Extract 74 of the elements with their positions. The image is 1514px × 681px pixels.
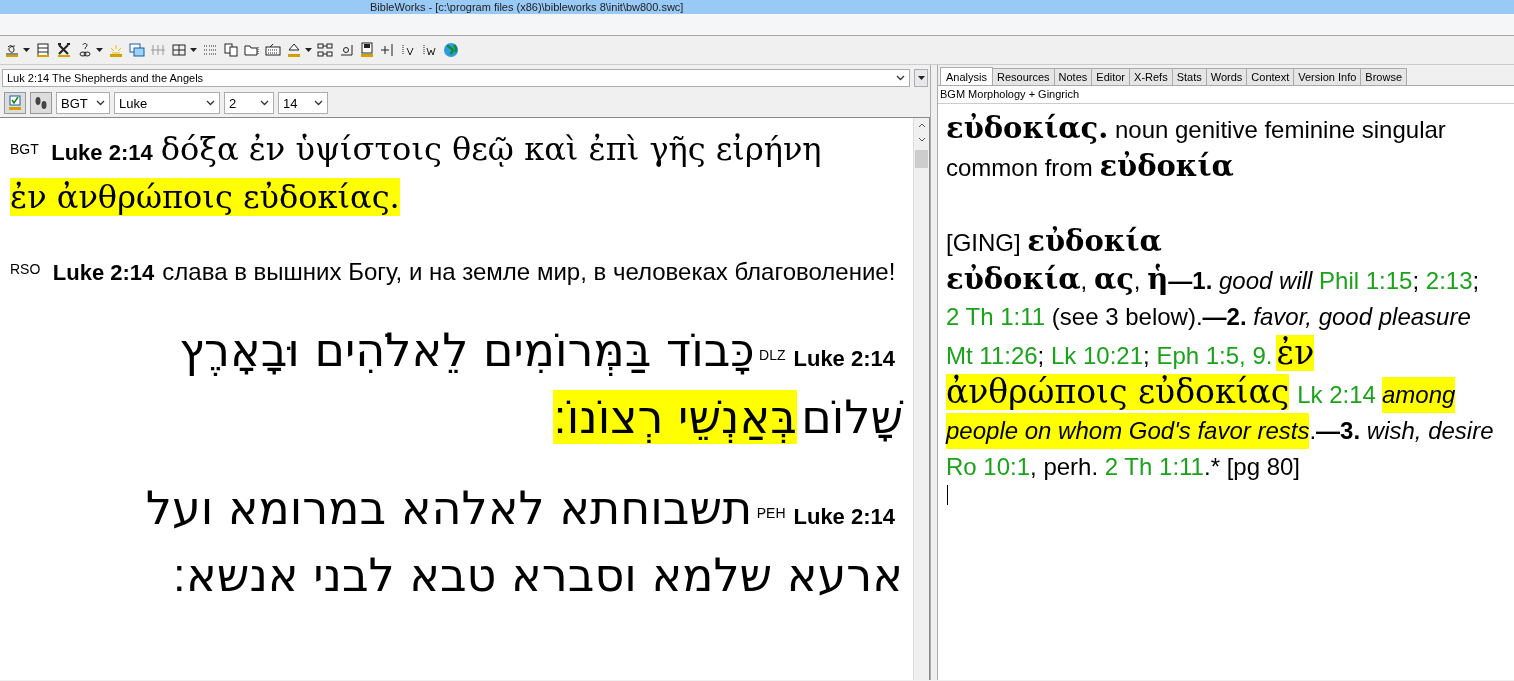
tab[interactable]: X-Refs	[1129, 68, 1173, 85]
highlighted-verse-text: ἐν ἀνθρώποις εὐδοκίας.	[10, 178, 400, 216]
tab[interactable]: Stats	[1171, 68, 1207, 85]
chapter-dropdown[interactable]: 2	[224, 92, 274, 114]
verse-dropdown[interactable]: 14	[278, 92, 328, 114]
chevron-icon	[96, 100, 105, 106]
chevron-icon	[260, 100, 269, 106]
highlighted-text: among	[1381, 377, 1456, 413]
version-label: BGT	[10, 140, 39, 157]
tab[interactable]: Resources	[991, 68, 1055, 85]
tab[interactable]: Editor	[1091, 68, 1131, 85]
chevron-icon	[896, 75, 905, 81]
floppy-icon[interactable]	[359, 42, 375, 58]
cabinet-icon[interactable]	[35, 42, 51, 58]
dropdown-button[interactable]	[914, 69, 928, 87]
version-label: RSO	[10, 260, 41, 277]
tools-icon[interactable]	[56, 42, 72, 58]
analysis-paragraph: [GING] εὐδοκία	[946, 223, 1163, 260]
verse-reference: Luke 2:14	[52, 260, 155, 285]
verse-reference: Luke 2:14	[793, 504, 895, 529]
tab[interactable]: Context	[1246, 68, 1295, 85]
list-w-icon[interactable]	[422, 42, 438, 58]
caret-icon[interactable]	[23, 48, 30, 52]
resource-subtitle: BGM Morphology + Gingrich	[938, 85, 1514, 104]
lexicon-entry: εὐδοκία, ας, ἡ—1. good will Phil 1:15; 2:13; 2 Th 1:11 (see 3 below).—2. favor, good pleasure Mt 11:26; Lk 10:21; Eph 1:5, 9.ἐν ἀνθρώποις εὐδοκίας Lk 2:14 among people on whom God's favor rests.—3. wish, desire Ro 10:1, perh. 2 Th 1:11.* [pg 80]	[946, 261, 1506, 485]
version-label: DLZ	[759, 346, 786, 363]
passage-dropdown[interactable]: Luk 2:14 The Shepherds and the Angels	[2, 69, 910, 87]
keyboard-icon[interactable]	[265, 42, 281, 58]
folder-icon[interactable]	[244, 42, 260, 58]
verse-reference: Luke 2:14	[51, 140, 153, 165]
verse-reference: Luke 2:14	[793, 346, 895, 371]
highlighted-verse-text: בְּאַנְשֵׁי רְצוֹנוֹ׃	[553, 390, 797, 444]
pages-icon[interactable]	[223, 42, 239, 58]
caret-icon[interactable]	[96, 48, 103, 52]
verse-text: תשבוחתא לאלהא במרומא ועל	[145, 481, 753, 535]
globe-icon[interactable]	[443, 42, 459, 58]
verse-text: כָּבוֹד בַּמְּרוֹמִים לֵאלֹהִים וּבָאָרֶץ	[179, 323, 755, 377]
scrollbar[interactable]	[913, 118, 929, 680]
arrow-up-icon[interactable]	[286, 42, 302, 58]
highlighted-text: ἀνθρώποις εὐδοκίας	[946, 374, 1290, 410]
verse-text: ארעא שלמא וסברא טבא לבני אנשא׃	[172, 548, 903, 602]
caret-icon	[917, 76, 925, 80]
verse-text: слава в вышних Богу, и на земле мир, в человеках благоволение!	[162, 258, 896, 285]
chevron-icon	[206, 100, 215, 106]
highlighted-text: people on whom God's favor rests	[946, 413, 1310, 449]
version-dropdown[interactable]: BGT	[56, 92, 110, 114]
grid-icon[interactable]	[171, 42, 187, 58]
checkbox-icon-button[interactable]	[4, 92, 26, 114]
list-icon[interactable]	[202, 42, 218, 58]
question-chain-icon[interactable]	[77, 42, 93, 58]
verse-text: שָׁלוֹם	[801, 390, 903, 444]
analysis-paragraph: εὐδοκίας. noun genitive feminine singular common from εὐδοκία	[946, 110, 1447, 185]
window-title: BibleWorks - [c:\program files (x86)\bibleworks 8\init\bw800.swc]	[0, 0, 1514, 14]
caret-icon[interactable]	[305, 48, 312, 52]
scroll-down-icon[interactable]	[917, 136, 926, 142]
footprints-icon	[33, 95, 49, 111]
plus-list-icon[interactable]	[380, 42, 396, 58]
footprints-button[interactable]	[30, 92, 52, 114]
verse-text: δόξα ἐν ὑψίστοις θεῷ καὶ ἐπὶ γῆς εἰρήνη	[160, 130, 822, 168]
tab[interactable]: Analysis	[940, 67, 993, 86]
caret-icon[interactable]	[190, 48, 197, 52]
highlighted-text: ἐν	[1276, 335, 1315, 371]
network-icon[interactable]	[317, 42, 333, 58]
book-dropdown[interactable]: Luke	[114, 92, 220, 114]
tab[interactable]: Browse	[1360, 68, 1408, 85]
tab[interactable]: Version Info	[1293, 68, 1362, 85]
scrollbar-thumb[interactable]	[915, 150, 928, 168]
windows-icon[interactable]	[129, 42, 145, 58]
tab[interactable]: Words	[1205, 68, 1248, 85]
scroll-up-icon[interactable]	[917, 122, 926, 128]
text-cursor	[947, 485, 948, 505]
version-label: PEH	[756, 504, 786, 521]
chevron-icon	[314, 100, 323, 106]
checkbox-icon	[7, 95, 23, 111]
